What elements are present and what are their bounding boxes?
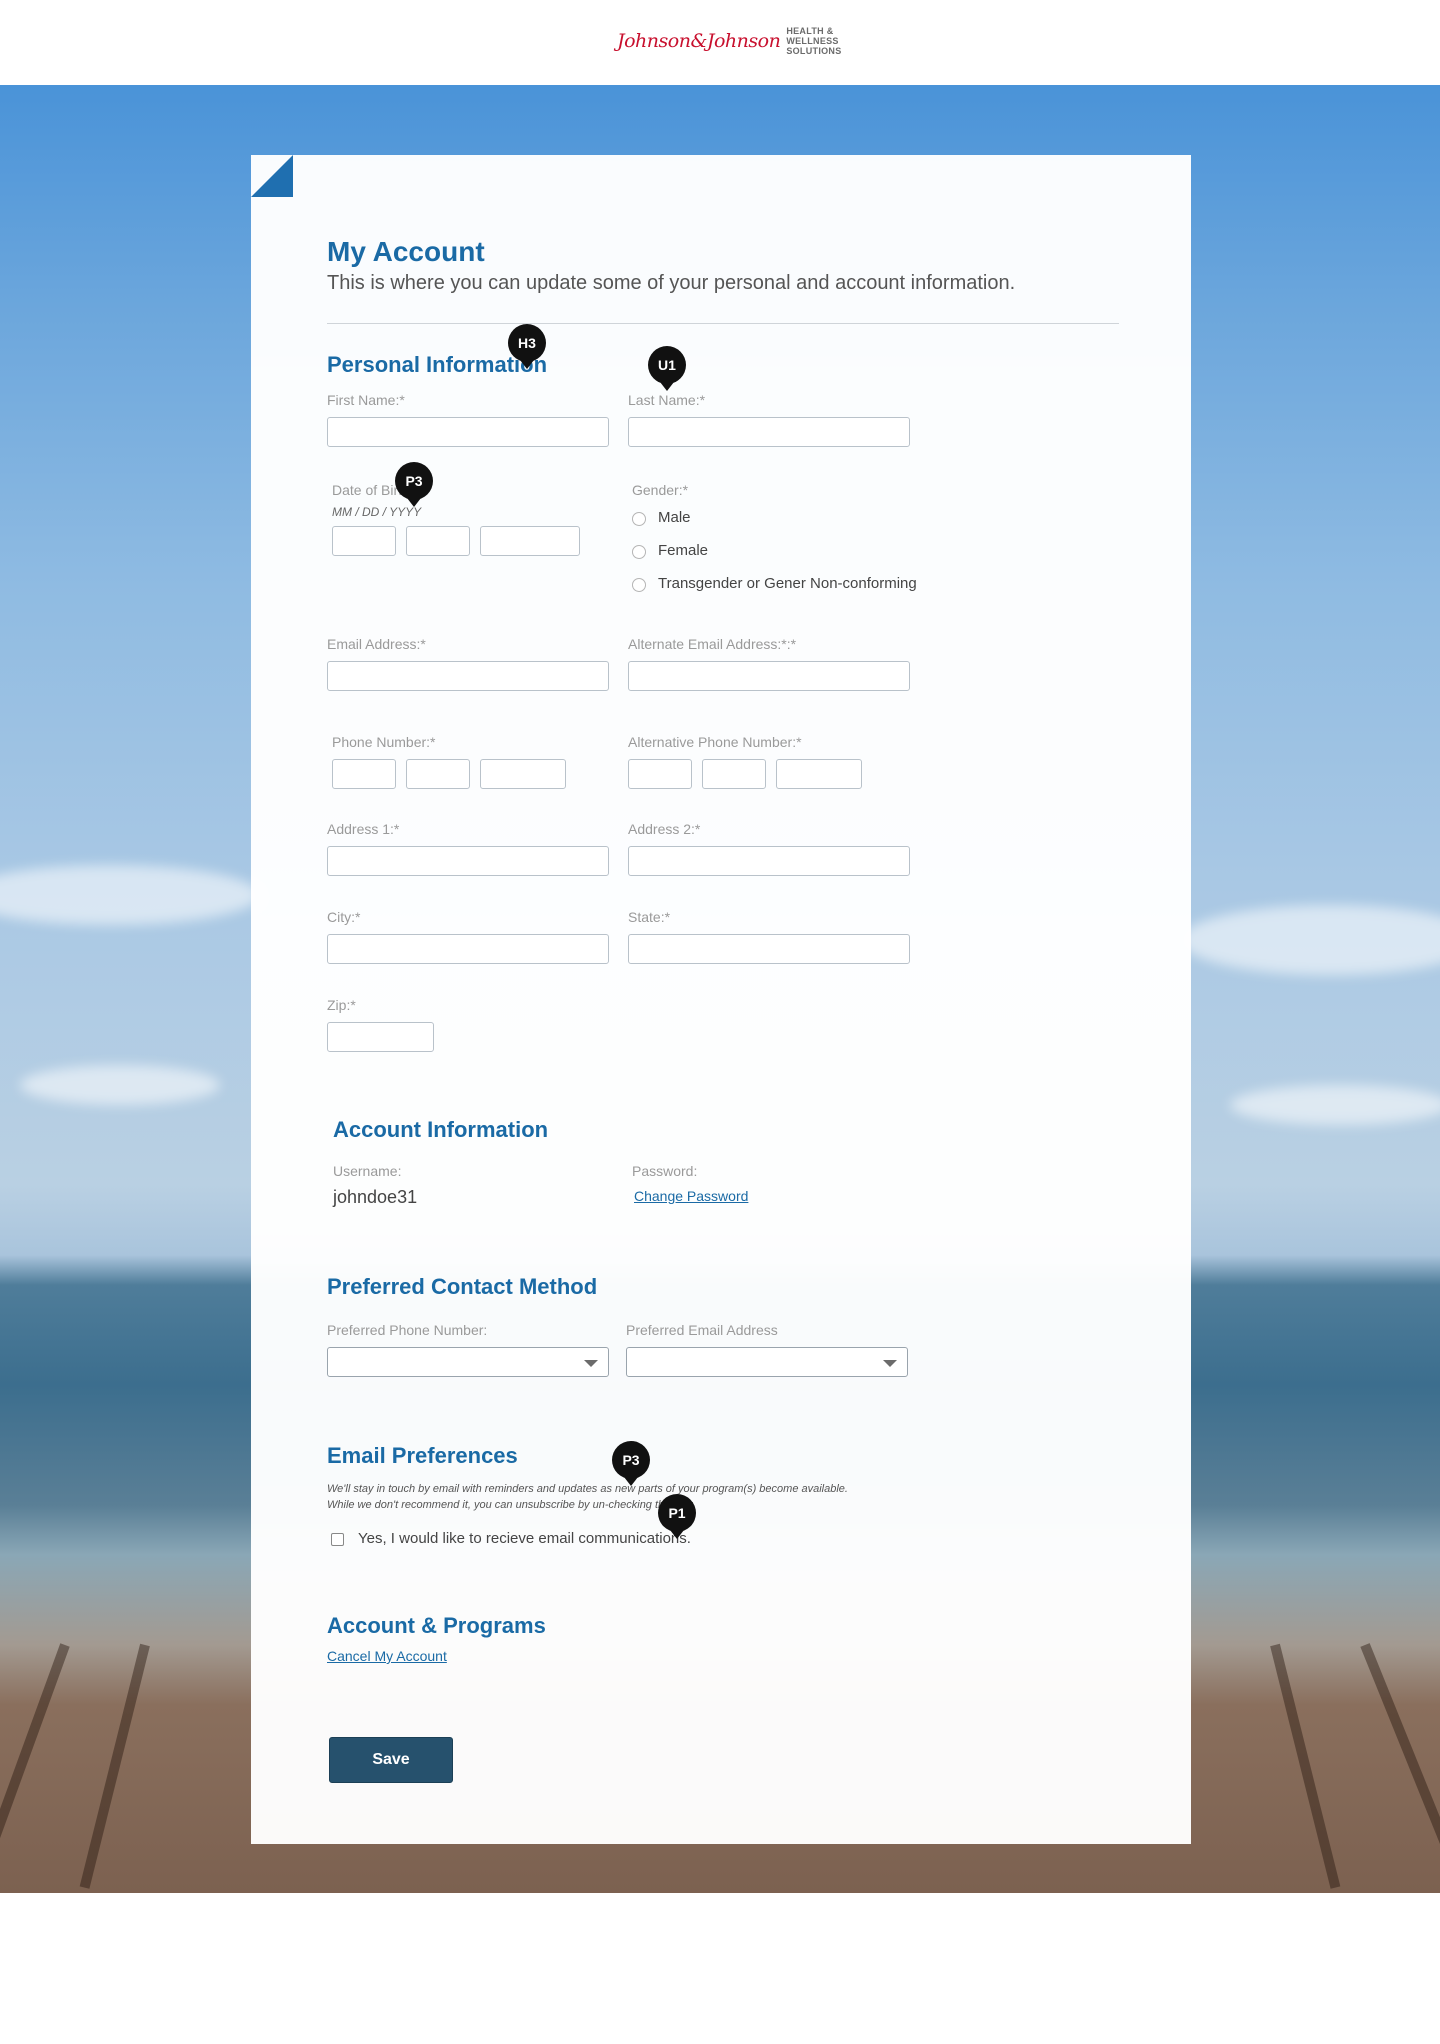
page-subtitle: This is where you can update some of you… <box>327 272 1016 294</box>
zip-label: Zip:* <box>327 997 356 1013</box>
first-name-input[interactable] <box>327 417 609 447</box>
dob-year-input[interactable] <box>480 526 580 556</box>
gender-option-label: Transgender or Gener Non-conforming <box>658 575 917 592</box>
gender-radio-transgender[interactable] <box>632 578 646 592</box>
phone-line-input[interactable] <box>480 759 566 789</box>
gender-option-label: Female <box>658 542 709 559</box>
dob-day-input[interactable] <box>406 526 470 556</box>
state-label: State:* <box>628 909 671 925</box>
zip-input[interactable] <box>327 1022 434 1052</box>
card-corner-fold <box>251 155 293 197</box>
address2-label: Address 2:* <box>628 821 701 837</box>
dob-month-input[interactable] <box>332 526 396 556</box>
cancel-account-link[interactable]: Cancel My Account <box>327 1648 447 1664</box>
cloud <box>0 865 260 925</box>
email-label: Email Address:* <box>327 636 426 652</box>
jnj-logo[interactable]: Johnson&Johnson HEALTH & WELLNESS SOLUTI… <box>617 26 842 56</box>
cloud <box>1230 1085 1440 1125</box>
phone-area-input[interactable] <box>332 759 396 789</box>
deck-plank <box>79 1643 150 1889</box>
preferred-email-select[interactable] <box>626 1347 908 1377</box>
state-input[interactable] <box>628 934 910 964</box>
first-name-label: First Name:* <box>327 392 405 408</box>
preferred-phone-select[interactable] <box>327 1347 609 1377</box>
alt-phone-area-input[interactable] <box>628 759 692 789</box>
gender-option-label: Male <box>658 509 691 526</box>
email-opt-in-label[interactable]: Yes, I would like to recieve email commu… <box>358 1530 691 1547</box>
gender-label: Gender:* <box>632 482 689 498</box>
account-info-heading: Account Information <box>333 1117 549 1142</box>
username-value: johndoe31 <box>333 1187 418 1207</box>
email-opt-in-checkbox[interactable] <box>331 1533 344 1546</box>
logo-tagline: HEALTH & WELLNESS SOLUTIONS <box>786 26 842 56</box>
chevron-down-icon <box>883 1360 897 1367</box>
page-title: My Account <box>327 236 485 267</box>
contact-method-heading: Preferred Contact Method <box>327 1274 598 1299</box>
account-form-card <box>251 155 1191 1844</box>
alt-email-label: Alternate Email Address:*:* <box>628 636 797 652</box>
email-prefs-note-line1: We'll stay in touch by email with remind… <box>327 1483 848 1495</box>
save-button[interactable]: Save <box>329 1737 453 1783</box>
cloud <box>1180 905 1440 975</box>
phone-prefix-input[interactable] <box>406 759 470 789</box>
gender-radio-male[interactable] <box>632 512 646 526</box>
alt-phone-label: Alternative Phone Number:* <box>628 734 802 750</box>
phone-label: Phone Number:* <box>332 734 436 750</box>
last-name-input[interactable] <box>628 417 910 447</box>
logo-wordmark: Johnson&Johnson <box>617 30 781 52</box>
city-input[interactable] <box>327 934 609 964</box>
preferred-email-label: Preferred Email Address <box>626 1322 778 1338</box>
deck-plank <box>1360 1643 1440 1879</box>
programs-heading: Account & Programs <box>327 1613 546 1638</box>
alt-phone-line-input[interactable] <box>776 759 862 789</box>
annotation-badge-p3-dob: P3 <box>395 462 433 507</box>
annotation-badge-p1: P1 <box>658 1494 696 1539</box>
last-name-label: Last Name:* <box>628 392 706 408</box>
deck-plank <box>1270 1643 1341 1889</box>
dob-hint: MM / DD / YYYY <box>332 505 422 519</box>
deck-plank <box>0 1643 70 1882</box>
title-divider <box>327 323 1119 324</box>
password-label: Password: <box>632 1163 698 1179</box>
email-prefs-note-line2: While we don't recommend it, you can uns… <box>327 1499 696 1511</box>
alt-email-input[interactable] <box>628 661 910 691</box>
alt-phone-prefix-input[interactable] <box>702 759 766 789</box>
preferred-phone-label: Preferred Phone Number: <box>327 1322 488 1338</box>
change-password-link[interactable]: Change Password <box>634 1188 748 1204</box>
annotation-badge-p3-email: P3 <box>612 1441 650 1486</box>
cloud <box>20 1065 220 1105</box>
email-prefs-heading: Email Preferences <box>327 1443 518 1468</box>
email-input[interactable] <box>327 661 609 691</box>
username-label: Username: <box>333 1163 402 1179</box>
address2-input[interactable] <box>628 846 910 876</box>
annotation-badge-h3: H3 <box>508 324 546 369</box>
address1-input[interactable] <box>327 846 609 876</box>
site-header: Johnson&Johnson HEALTH & WELLNESS SOLUTI… <box>0 0 1440 85</box>
city-label: City:* <box>327 909 361 925</box>
gender-radio-female[interactable] <box>632 545 646 559</box>
annotation-badge-u1: U1 <box>648 346 686 391</box>
address1-label: Address 1:* <box>327 821 400 837</box>
chevron-down-icon <box>584 1360 598 1367</box>
